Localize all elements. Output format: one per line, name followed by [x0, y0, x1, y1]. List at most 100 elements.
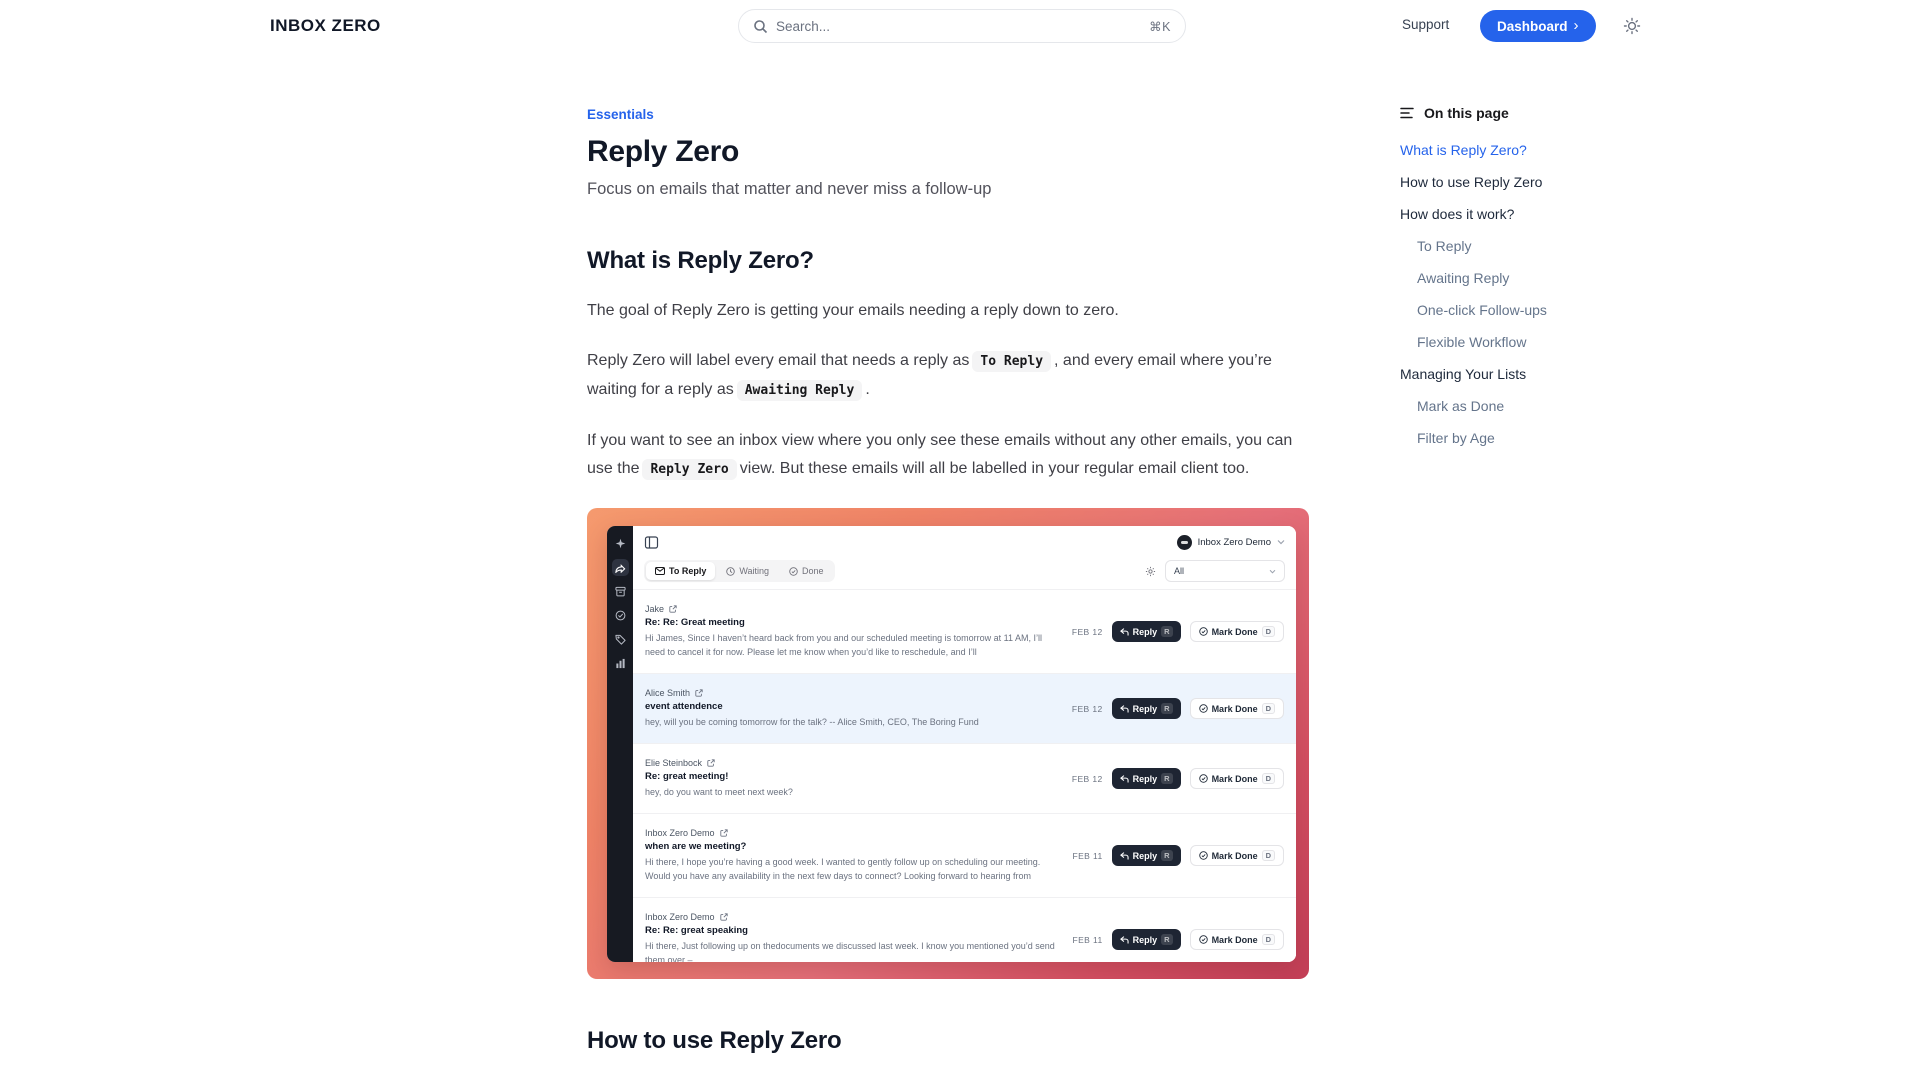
avatar	[1177, 535, 1192, 550]
mark-done-button: Mark Done D	[1190, 698, 1284, 719]
email-snippet: Hi there, I hope you’re having a good we…	[645, 855, 1063, 883]
demo-app-main: Inbox Zero Demo To Reply	[633, 526, 1296, 962]
inbox-zero-logo[interactable]: INBOX ZERO	[270, 16, 381, 36]
toc-link-one-click-follow-ups[interactable]: One-click Follow-ups	[1400, 303, 1620, 317]
breadcrumb-category-link[interactable]: Essentials	[587, 107, 654, 122]
toc-link-mark-as-done[interactable]: Mark as Done	[1400, 399, 1620, 413]
tab-label: To Reply	[669, 566, 706, 576]
shortcut-badge: R	[1161, 703, 1172, 714]
toc-link-how-to-use[interactable]: How to use Reply Zero	[1400, 175, 1620, 189]
reply-arrow-icon	[1120, 852, 1129, 860]
shortcut-badge: R	[1161, 934, 1172, 945]
email-date: FEB 11	[1073, 935, 1103, 945]
dashboard-button[interactable]: Dashboard ›	[1480, 10, 1596, 42]
reply-button: Reply R	[1112, 698, 1181, 719]
paragraph-labels: Reply Zero will label every email that n…	[587, 347, 1309, 405]
toc-link-how-does-it-work[interactable]: How does it work?	[1400, 207, 1620, 221]
dashboard-button-label: Dashboard	[1497, 19, 1568, 34]
tab-label: Waiting	[739, 566, 769, 576]
toc-link-filter-by-age[interactable]: Filter by Age	[1400, 431, 1620, 445]
shortcut-badge: D	[1262, 703, 1275, 714]
demo-app-header: Inbox Zero Demo	[633, 526, 1296, 558]
reply-arrow-icon	[1120, 705, 1129, 713]
demo-app-window: Inbox Zero Demo To Reply	[607, 526, 1296, 962]
sparkles-icon	[612, 535, 629, 552]
paragraph-text: .	[865, 381, 869, 398]
shortcut-badge: R	[1161, 850, 1172, 861]
check-circle-icon	[1199, 627, 1208, 636]
mark-done-button: Mark Done D	[1190, 929, 1284, 950]
section-heading-how-to-use: How to use Reply Zero	[587, 1027, 1309, 1055]
demo-sidebar-rail	[607, 526, 633, 962]
badge-check-icon	[612, 607, 629, 624]
shortcut-badge: R	[1161, 773, 1172, 784]
demo-account-name: Inbox Zero Demo	[1198, 537, 1271, 548]
panel-toggle-icon	[644, 535, 659, 550]
email-row: Inbox Zero Demo when are we meeting? Hi …	[633, 814, 1296, 898]
toc-link-what-is-reply-zero[interactable]: What is Reply Zero?	[1400, 143, 1620, 157]
envelope-icon	[655, 567, 665, 575]
mark-done-button: Mark Done D	[1190, 845, 1284, 866]
mark-done-button: Mark Done D	[1190, 621, 1284, 642]
email-snippet: hey, do you want to meet next week?	[645, 785, 1062, 799]
toc-link-awaiting-reply[interactable]: Awaiting Reply	[1400, 271, 1620, 285]
shortcut-badge: R	[1161, 626, 1172, 637]
email-date: FEB 12	[1072, 627, 1103, 637]
demo-list-controls: All	[1145, 560, 1285, 582]
theme-toggle-button[interactable]	[1622, 16, 1642, 36]
tab-label: Done	[802, 566, 824, 576]
shortcut-badge: D	[1262, 850, 1275, 861]
reply-arrow-icon	[1120, 628, 1129, 636]
email-snippet: Hi there, Just following up on thedocume…	[645, 939, 1063, 962]
email-sender: Inbox Zero Demo	[645, 912, 715, 922]
on-this-page-toc: On this page What is Reply Zero? How to …	[1400, 105, 1620, 463]
toc-heading: On this page	[1424, 105, 1509, 121]
toc-list-icon	[1400, 107, 1415, 119]
email-date: FEB 12	[1072, 774, 1103, 784]
paragraph-goal: The goal of Reply Zero is getting your e…	[587, 297, 1309, 325]
email-row-highlighted: Alice Smith event attendence hey, will y…	[633, 674, 1296, 744]
chevron-down-icon	[1277, 539, 1285, 545]
clock-icon	[726, 567, 735, 576]
reply-button: Reply R	[1112, 621, 1181, 642]
reply-button: Reply R	[1112, 768, 1181, 789]
demo-email-list: Jake Re: Re: Great meeting Hi James, Sin…	[633, 589, 1296, 962]
tag-icon	[612, 631, 629, 648]
reply-arrow-icon	[1120, 936, 1129, 944]
demo-tabs-row: To Reply Waiting	[633, 558, 1296, 589]
check-circle-icon	[789, 567, 798, 576]
demo-account-menu: Inbox Zero Demo	[1177, 535, 1285, 550]
support-link[interactable]: Support	[1402, 17, 1449, 32]
email-row: Inbox Zero Demo Re: Re: great speaking H…	[633, 898, 1296, 962]
external-link-icon	[669, 605, 677, 613]
demo-tabs: To Reply Waiting	[644, 560, 835, 582]
check-circle-icon	[1199, 704, 1208, 713]
shortcut-badge: D	[1262, 773, 1275, 784]
email-sender: Elie Steinbock	[645, 758, 702, 768]
filter-selected-value: All	[1174, 566, 1184, 576]
email-row: Elie Steinbock Re: great meeting! hey, d…	[633, 744, 1296, 814]
tab-done: Done	[780, 562, 833, 580]
external-link-icon	[720, 913, 728, 921]
email-subject: event attendence	[645, 701, 1062, 712]
page-title: Reply Zero	[587, 135, 1309, 169]
toc-link-to-reply[interactable]: To Reply	[1400, 239, 1620, 253]
toc-link-managing-your-lists[interactable]: Managing Your Lists	[1400, 367, 1620, 381]
code-chip-reply-zero: Reply Zero	[642, 459, 736, 480]
external-link-icon	[695, 689, 703, 697]
section-heading-what-is-reply-zero: What is Reply Zero?	[587, 247, 1309, 275]
paragraph-inbox-view: If you want to see an inbox view where y…	[587, 427, 1309, 484]
mark-done-button: Mark Done D	[1190, 768, 1284, 789]
email-date: FEB 12	[1072, 704, 1103, 714]
reply-arrow-icon	[1120, 775, 1129, 783]
chevron-down-icon	[1269, 569, 1276, 574]
reply-zero-nav-icon	[612, 559, 629, 576]
email-subject: Re: great meeting!	[645, 771, 1062, 782]
code-chip-awaiting-reply: Awaiting Reply	[737, 380, 863, 401]
gear-icon	[1145, 566, 1156, 577]
toc-link-flexible-workflow[interactable]: Flexible Workflow	[1400, 335, 1620, 349]
email-sender: Jake	[645, 604, 664, 614]
paragraph-text: view. But these emails will all be label…	[740, 460, 1250, 477]
shortcut-badge: D	[1262, 934, 1275, 945]
email-sender: Inbox Zero Demo	[645, 828, 715, 838]
